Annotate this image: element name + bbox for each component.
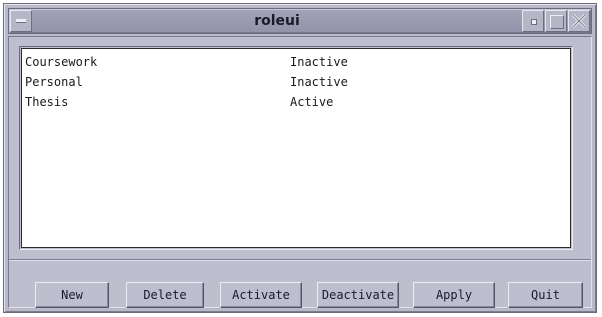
activate-button[interactable]: Activate	[220, 282, 302, 308]
deactivate-button[interactable]: Deactivate	[317, 282, 399, 308]
close-button[interactable]	[568, 10, 590, 32]
delete-button[interactable]: Delete	[126, 282, 204, 308]
role-name: Personal	[25, 75, 83, 89]
list-item[interactable]: Thesis Active	[22, 92, 570, 112]
minimize-icon	[531, 19, 537, 25]
maximize-icon	[550, 15, 564, 29]
window-menu-icon	[16, 19, 26, 23]
apply-button[interactable]: Apply	[413, 282, 495, 308]
role-status: Inactive	[290, 55, 348, 69]
roleui-window: roleui Coursework Inactive Personal Inac…	[3, 3, 597, 313]
quit-button[interactable]: Quit	[508, 282, 583, 308]
minimize-button[interactable]	[522, 10, 544, 32]
role-name: Coursework	[25, 55, 98, 69]
title-bar[interactable]: roleui	[8, 8, 592, 34]
list-item[interactable]: Personal Inactive	[22, 72, 570, 92]
role-status: Inactive	[290, 75, 348, 89]
list-item[interactable]: Coursework Inactive	[22, 52, 570, 72]
role-status: Active	[290, 95, 334, 109]
role-name: Thesis	[25, 95, 69, 109]
new-button[interactable]: New	[35, 282, 109, 308]
role-list[interactable]: Coursework Inactive Personal Inactive Th…	[21, 48, 571, 248]
maximize-button[interactable]	[545, 10, 567, 32]
divider	[9, 259, 591, 261]
close-icon	[571, 13, 587, 29]
role-list-frame: Coursework Inactive Personal Inactive Th…	[19, 46, 573, 250]
client-area: Coursework Inactive Personal Inactive Th…	[8, 36, 592, 308]
window-title: roleui	[254, 13, 300, 29]
window-menu-button[interactable]	[10, 10, 32, 32]
